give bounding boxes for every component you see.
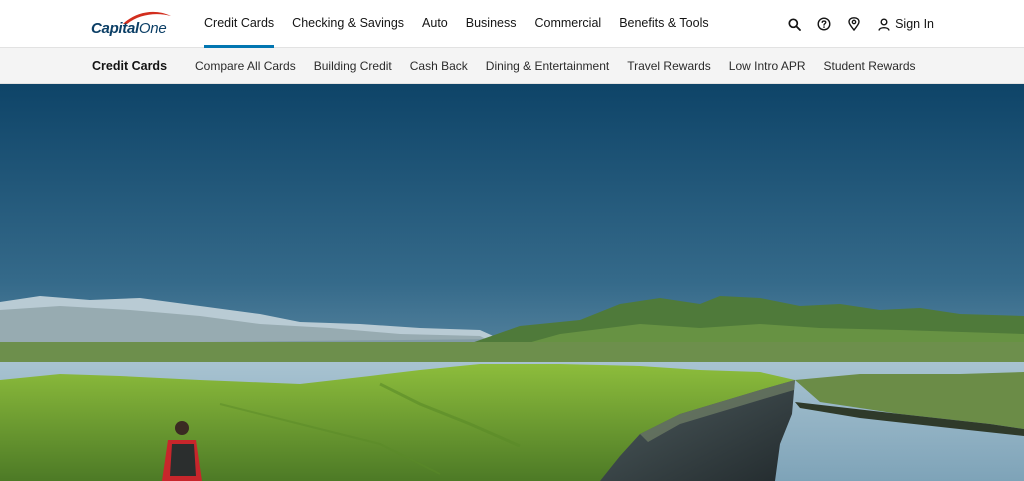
subnav-cash-back[interactable]: Cash Back — [401, 48, 477, 84]
subnav-low-intro-apr[interactable]: Low Intro APR — [720, 48, 815, 84]
sign-in-label: Sign In — [895, 17, 934, 31]
nav-credit-cards[interactable]: Credit Cards — [195, 0, 283, 48]
logo-text-capital: Capital — [91, 20, 139, 37]
subnav-title[interactable]: Credit Cards — [92, 48, 167, 84]
help-icon[interactable] — [816, 16, 832, 32]
nav-business[interactable]: Business — [457, 0, 526, 48]
hero-banner — [0, 84, 1024, 481]
nav-commercial[interactable]: Commercial — [526, 0, 611, 48]
nav-checking-savings[interactable]: Checking & Savings — [283, 0, 413, 48]
top-navigation: CapitalOne Credit Cards Checking & Savin… — [0, 0, 1024, 48]
location-icon[interactable] — [846, 16, 862, 32]
subnav-building-credit[interactable]: Building Credit — [305, 48, 401, 84]
subnav-compare-all-cards[interactable]: Compare All Cards — [186, 48, 305, 84]
user-icon — [878, 18, 890, 31]
search-icon[interactable] — [786, 16, 802, 32]
capital-one-logo[interactable]: CapitalOne — [91, 10, 177, 40]
subnav-links: Compare All Cards Building Credit Cash B… — [186, 48, 925, 84]
utility-nav: Sign In — [772, 0, 934, 48]
main-nav: Credit Cards Checking & Savings Auto Bus… — [195, 0, 718, 48]
hero-landscape-image — [0, 84, 1024, 481]
nav-benefits-tools[interactable]: Benefits & Tools — [610, 0, 717, 48]
nav-auto[interactable]: Auto — [413, 0, 457, 48]
logo-text-one: One — [138, 20, 167, 37]
subnav-travel-rewards[interactable]: Travel Rewards — [618, 48, 720, 84]
sub-navigation: Credit Cards Compare All Cards Building … — [0, 48, 1024, 84]
subnav-dining-entertainment[interactable]: Dining & Entertainment — [477, 48, 618, 84]
sign-in-button[interactable]: Sign In — [878, 17, 934, 31]
logo-wordmark: CapitalOne — [91, 20, 167, 37]
subnav-student-rewards[interactable]: Student Rewards — [815, 48, 925, 84]
